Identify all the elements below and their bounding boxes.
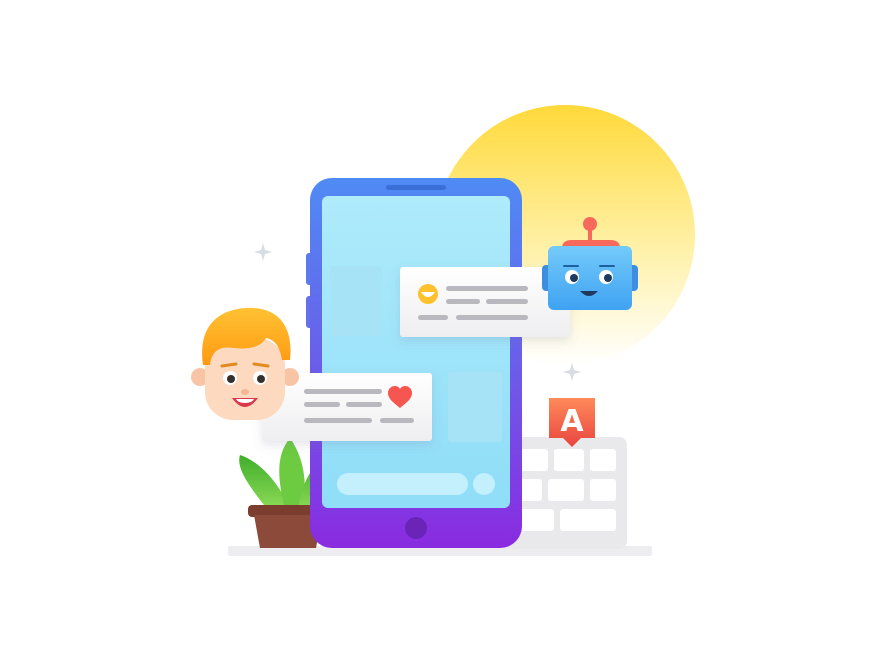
keyboard-icon xyxy=(505,437,627,549)
phone-speaker xyxy=(386,185,446,190)
sparkle-icon xyxy=(254,243,272,261)
home-button xyxy=(405,517,427,539)
sparkle-icon xyxy=(563,363,581,381)
smile-emoji-icon xyxy=(418,284,438,304)
send-button-icon xyxy=(473,473,495,495)
phone-screen xyxy=(322,196,510,508)
chatbot-illustration: A xyxy=(191,105,695,556)
chat-input-bar xyxy=(337,473,468,495)
key-a-label: A xyxy=(560,404,584,439)
smartphone-icon xyxy=(306,178,522,548)
